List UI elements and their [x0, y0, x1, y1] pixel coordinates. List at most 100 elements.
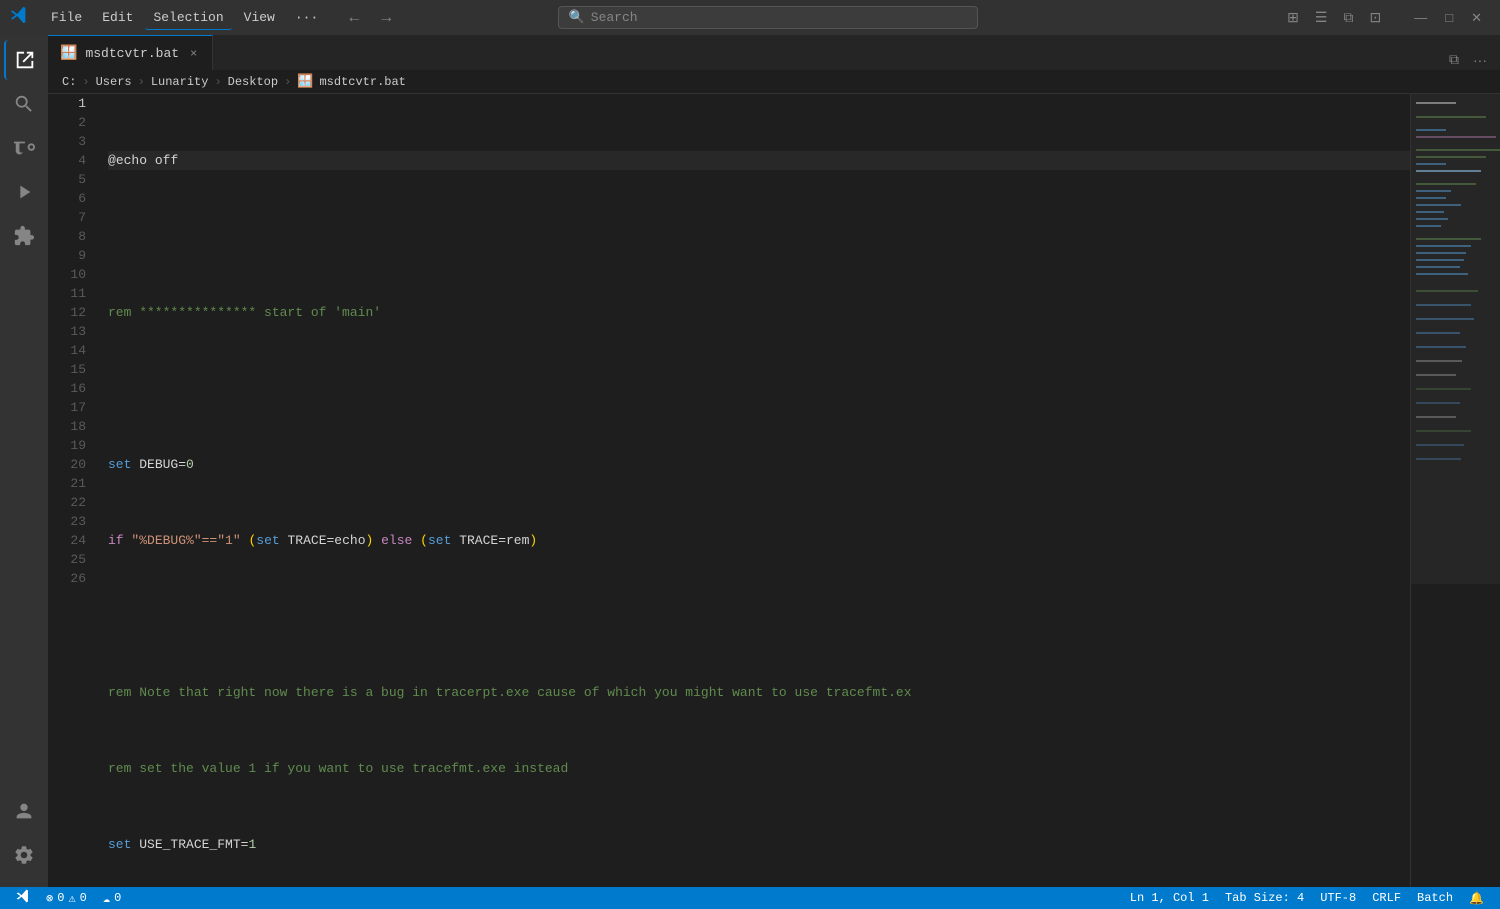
split-editor-right-button[interactable]: ⧉ — [1444, 49, 1464, 70]
encoding-text: UTF-8 — [1320, 891, 1356, 905]
titlebar-actions: ⊞ ☰ ⧉ ⊡ — [1282, 7, 1386, 28]
activity-bottom — [4, 791, 44, 887]
nav-forward-button[interactable]: → — [372, 7, 400, 29]
activity-account[interactable] — [4, 791, 44, 831]
main-layout: 🪟 msdtcvtr.bat × ⧉ ··· C: › Users › Luna… — [0, 35, 1500, 887]
code-line-8: rem Note that right now there is a bug i… — [108, 683, 1410, 702]
menu-file[interactable]: File — [43, 6, 90, 30]
line-num-16: 16 — [68, 379, 86, 398]
warning-icon: ⚠ — [68, 891, 75, 906]
status-position[interactable]: Ln 1, Col 1 — [1122, 887, 1217, 909]
nav-back-button[interactable]: ← — [340, 7, 368, 29]
position-text: Ln 1, Col 1 — [1130, 891, 1209, 905]
search-bar[interactable]: 🔍 Search — [558, 6, 978, 29]
toggle-sidebar-button[interactable]: ⊞ — [1282, 7, 1304, 28]
activity-bar — [0, 35, 48, 887]
close-button[interactable]: ✕ — [1463, 8, 1490, 28]
line-num-22: 22 — [68, 493, 86, 512]
line-num-1: 1 — [68, 94, 86, 113]
language-text: Batch — [1417, 891, 1453, 905]
search-placeholder: Search — [591, 10, 638, 25]
line-num-9: 9 — [68, 246, 86, 265]
status-notifications[interactable]: 🔔 — [1461, 887, 1492, 909]
line-num-24: 24 — [68, 531, 86, 550]
minimize-button[interactable]: — — [1406, 8, 1435, 28]
code-line-9: rem set the value 1 if you want to use t… — [108, 759, 1410, 778]
status-right: Ln 1, Col 1 Tab Size: 4 UTF-8 CRLF Batch… — [1122, 887, 1492, 909]
status-vscode[interactable] — [8, 887, 38, 909]
code-content[interactable]: @echo off rem *************** start of '… — [98, 94, 1410, 887]
more-actions-button[interactable]: ··· — [1468, 50, 1492, 70]
code-line-4 — [108, 379, 1410, 398]
activity-settings[interactable] — [4, 835, 44, 875]
notification-icon: 🔔 — [1469, 891, 1484, 906]
toggle-panel-button[interactable]: ☰ — [1310, 7, 1333, 28]
activity-search[interactable] — [4, 84, 44, 124]
menu-selection[interactable]: Selection — [145, 6, 231, 30]
remote-icon: ☁ — [103, 891, 110, 906]
breadcrumb: C: › Users › Lunarity › Desktop › 🪟 msdt… — [48, 70, 1500, 94]
line-num-7: 7 — [68, 208, 86, 227]
search-icon: 🔍 — [569, 10, 585, 25]
line-num-5: 5 — [68, 170, 86, 189]
vscode-icon — [16, 889, 30, 907]
editor-area: 🪟 msdtcvtr.bat × ⧉ ··· C: › Users › Luna… — [48, 35, 1500, 887]
code-line-2 — [108, 227, 1410, 246]
file-icon: 🪟 — [60, 45, 77, 62]
status-remote[interactable]: ☁ 0 — [95, 887, 129, 909]
code-line-5: set DEBUG=0 — [108, 455, 1410, 474]
code-line-1: @echo off — [108, 151, 1410, 170]
split-editor-button[interactable]: ⧉ — [1338, 7, 1358, 28]
line-num-8: 8 — [68, 227, 86, 246]
activity-explorer[interactable] — [4, 40, 44, 80]
breadcrumb-file[interactable]: msdtcvtr.bat — [319, 75, 405, 89]
tab-msdtcvtr[interactable]: 🪟 msdtcvtr.bat × — [48, 35, 213, 70]
activity-source-control[interactable] — [4, 128, 44, 168]
customize-layout-button[interactable]: ⊡ — [1364, 7, 1386, 28]
line-num-23: 23 — [68, 512, 86, 531]
activity-extensions[interactable] — [4, 216, 44, 256]
status-errors[interactable]: ⊗ 0 ⚠ 0 — [38, 887, 95, 909]
code-editor[interactable]: 1 2 3 4 5 6 7 8 9 10 11 12 13 14 15 16 1 — [48, 94, 1410, 887]
line-num-12: 12 — [68, 303, 86, 322]
line-numbers: 1 2 3 4 5 6 7 8 9 10 11 12 13 14 15 16 1 — [48, 94, 98, 887]
status-line-ending[interactable]: CRLF — [1364, 887, 1409, 909]
status-tab-size[interactable]: Tab Size: 4 — [1217, 887, 1312, 909]
line-num-10: 10 — [68, 265, 86, 284]
line-num-15: 15 — [68, 360, 86, 379]
code-line-3: rem *************** start of 'main' — [108, 303, 1410, 322]
line-num-13: 13 — [68, 322, 86, 341]
nav-buttons: ← → — [340, 7, 400, 29]
breadcrumb-users[interactable]: Users — [96, 75, 132, 89]
breadcrumb-drive[interactable]: C: — [62, 75, 76, 89]
line-num-4: 4 — [68, 151, 86, 170]
status-encoding[interactable]: UTF-8 — [1312, 887, 1364, 909]
line-num-18: 18 — [68, 417, 86, 436]
menu-bar: File Edit Selection View ··· — [43, 6, 326, 30]
editor-content: 1 2 3 4 5 6 7 8 9 10 11 12 13 14 15 16 1 — [48, 94, 1500, 887]
line-num-6: 6 — [68, 189, 86, 208]
titlebar: File Edit Selection View ··· ← → 🔍 Searc… — [0, 0, 1500, 35]
code-line-10: set USE_TRACE_FMT=1 — [108, 835, 1410, 854]
menu-edit[interactable]: Edit — [94, 6, 141, 30]
line-num-3: 3 — [68, 132, 86, 151]
activity-run-debug[interactable] — [4, 172, 44, 212]
menu-view[interactable]: View — [236, 6, 283, 30]
breadcrumb-lunarity[interactable]: Lunarity — [151, 75, 209, 89]
line-ending-text: CRLF — [1372, 891, 1401, 905]
error-count: 0 — [57, 891, 64, 905]
minimap[interactable] — [1410, 94, 1500, 887]
line-num-19: 19 — [68, 436, 86, 455]
tab-bar: 🪟 msdtcvtr.bat × ⧉ ··· — [48, 35, 1500, 70]
tab-actions: ⧉ ··· — [1444, 49, 1500, 70]
tab-close-button[interactable]: × — [187, 45, 200, 61]
maximize-button[interactable]: □ — [1437, 8, 1461, 28]
menu-more[interactable]: ··· — [287, 6, 326, 30]
line-num-20: 20 — [68, 455, 86, 474]
breadcrumb-file-icon: 🪟 — [297, 74, 313, 89]
code-line-6: if "%DEBUG%"=="1" (set TRACE=echo) else … — [108, 531, 1410, 550]
breadcrumb-desktop[interactable]: Desktop — [228, 75, 278, 89]
tab-filename: msdtcvtr.bat — [85, 46, 179, 61]
line-num-2: 2 — [68, 113, 86, 132]
status-language[interactable]: Batch — [1409, 887, 1461, 909]
